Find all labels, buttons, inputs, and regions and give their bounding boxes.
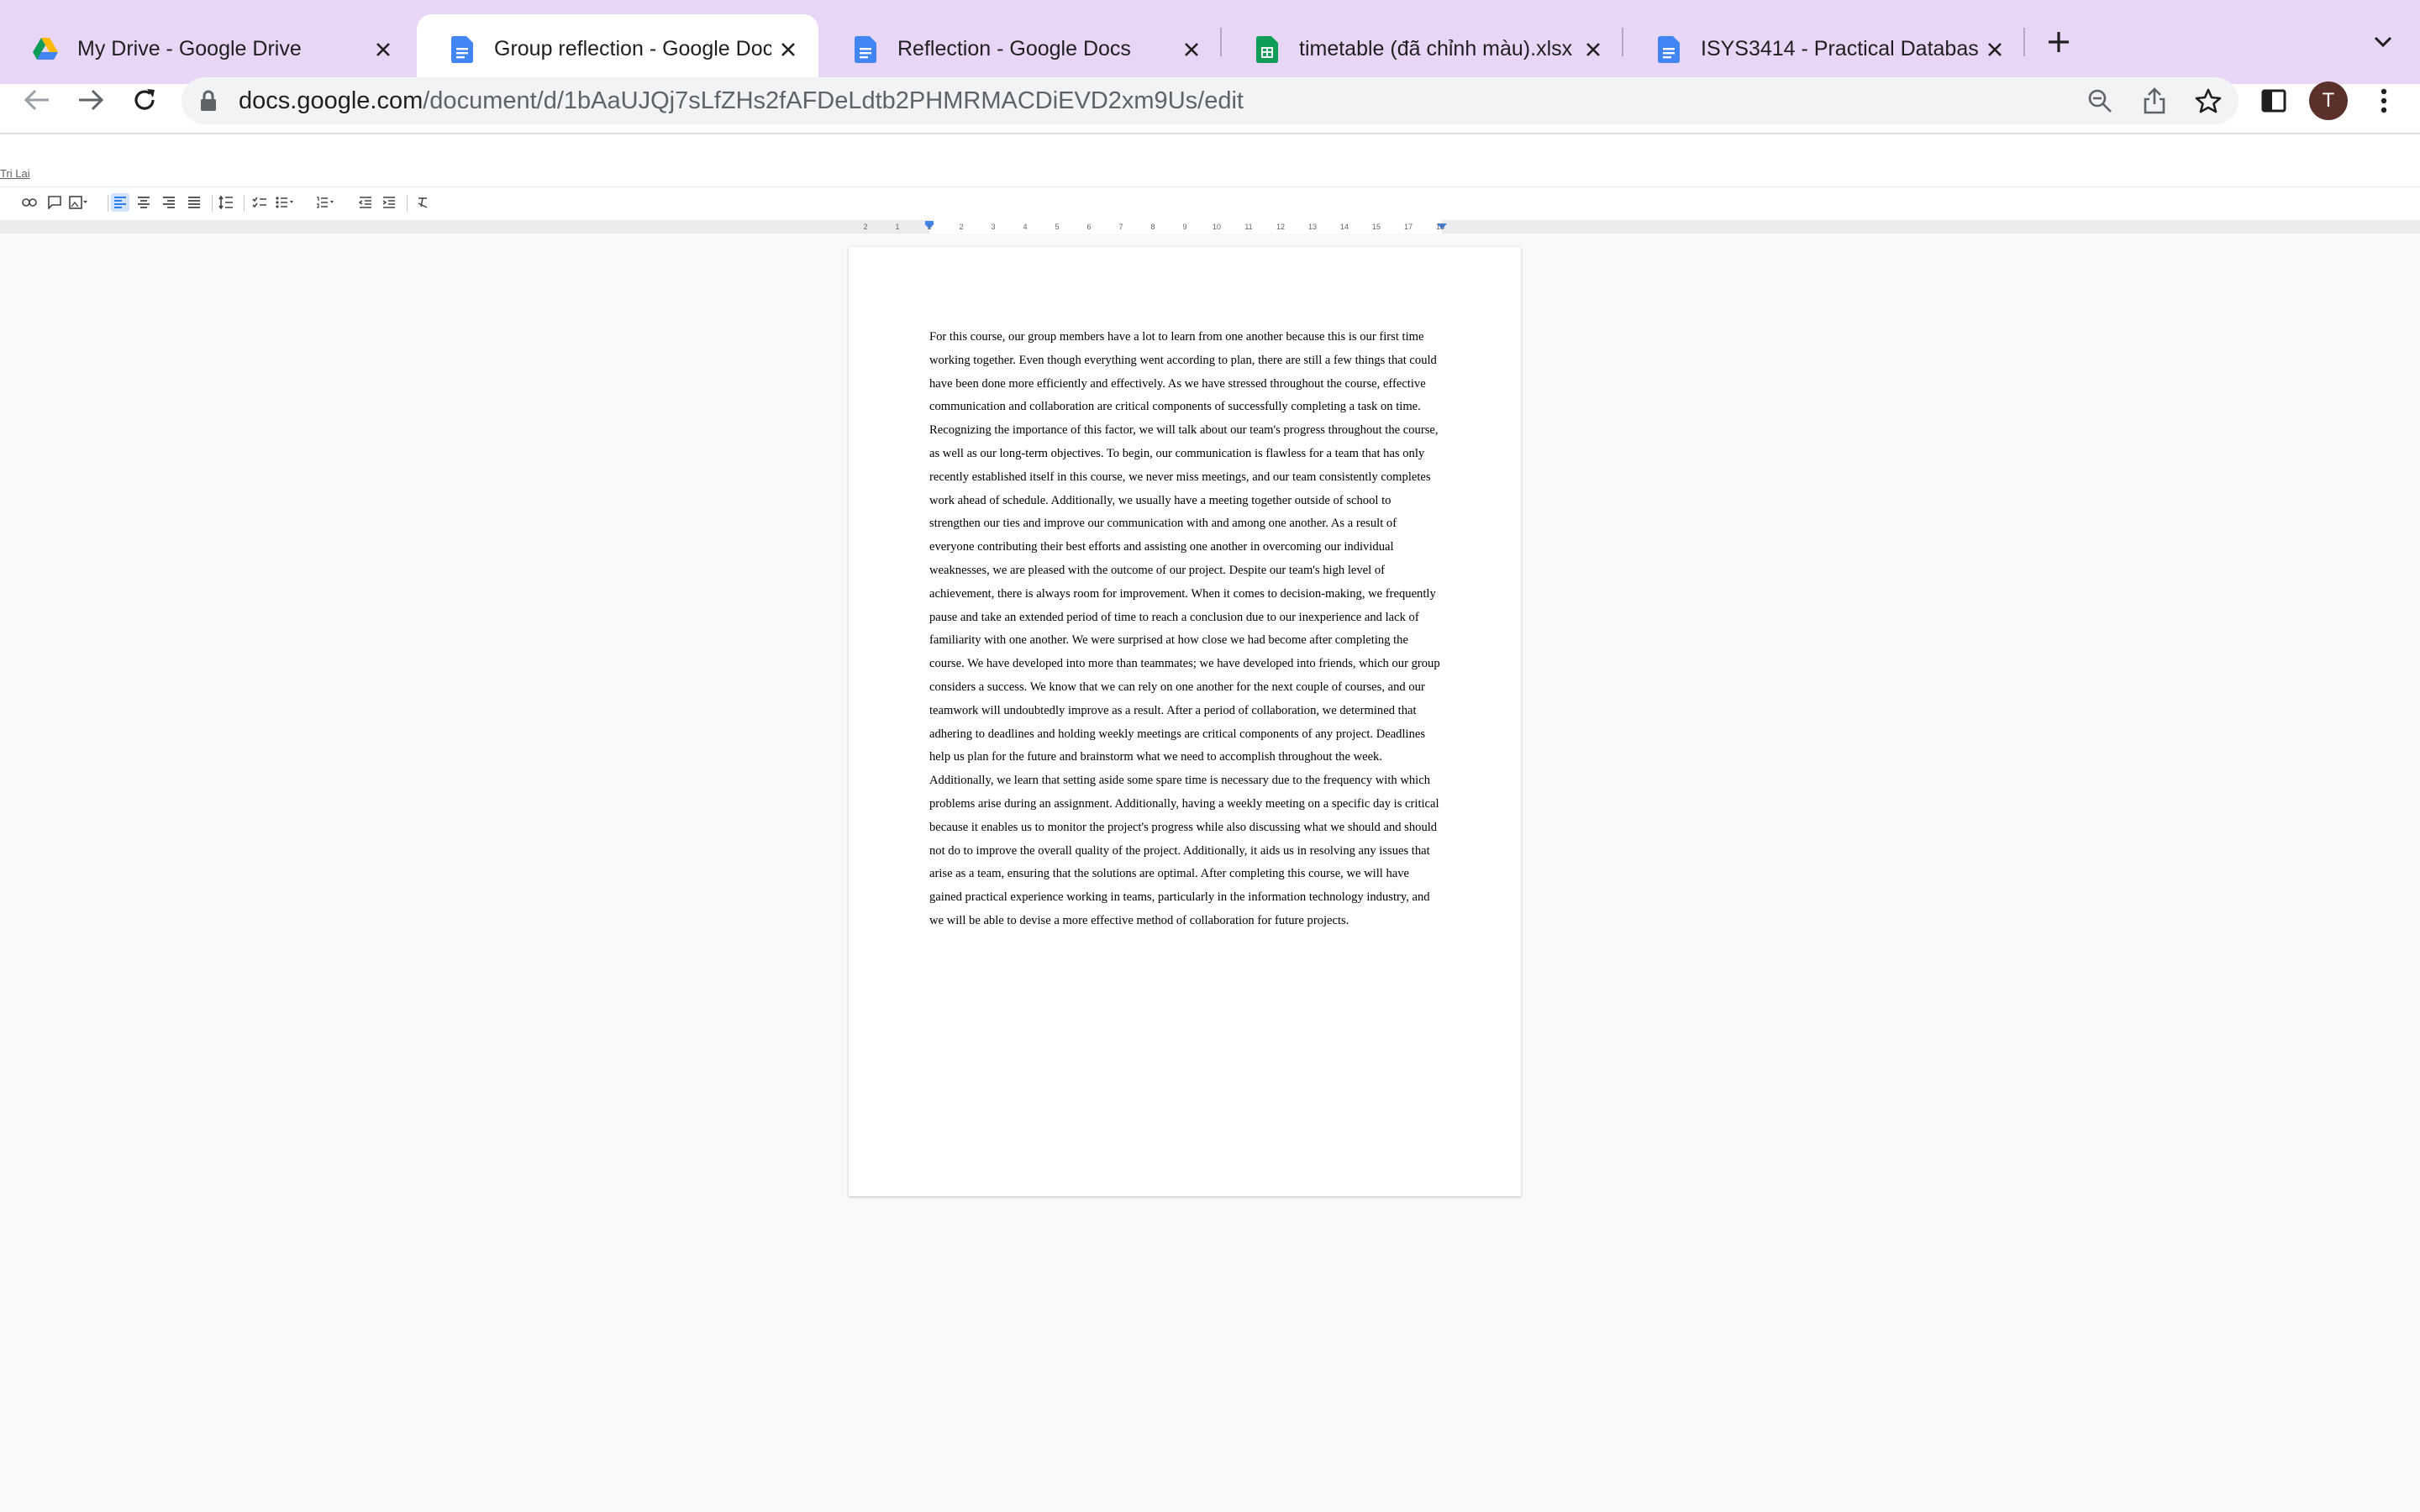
- ruler-number: 6: [1086, 223, 1092, 231]
- bulleted-list-icon[interactable]: [276, 193, 294, 212]
- more-menu-icon[interactable]: [2366, 83, 2402, 118]
- ruler-number: 2: [863, 223, 868, 231]
- ruler-number: 9: [1182, 223, 1187, 231]
- google-sheets-icon: [1254, 35, 1281, 63]
- tab-my-drive[interactable]: My Drive - Google Drive: [0, 14, 413, 84]
- ruler-number: 12: [1276, 223, 1286, 231]
- forward-button[interactable]: [71, 80, 111, 120]
- toolbar-separator: [212, 195, 213, 212]
- bookmark-star-icon[interactable]: [2191, 83, 2226, 118]
- link-icon[interactable]: [20, 193, 39, 212]
- comment-icon[interactable]: [45, 193, 64, 212]
- document-page[interactable]: For this course, our group members have …: [849, 247, 1521, 1196]
- checklist-icon[interactable]: [250, 193, 269, 212]
- ruler-number: 15: [1371, 223, 1381, 231]
- avatar[interactable]: T: [2309, 81, 2348, 120]
- google-docs-icon: [1655, 35, 1682, 63]
- docs-header: [0, 134, 2420, 186]
- back-button[interactable]: [17, 80, 57, 120]
- toolbar-separator: [407, 195, 408, 212]
- tab-timetable[interactable]: timetable (đã chỉnh màu).xlsx - Google S…: [1222, 14, 1623, 84]
- toolbar-separator: [244, 195, 245, 212]
- google-docs-icon: [449, 35, 476, 63]
- lock-icon[interactable]: [195, 87, 222, 114]
- align-justify-icon[interactable]: [185, 193, 203, 212]
- close-icon[interactable]: [366, 33, 400, 66]
- tab-group-reflection[interactable]: Group reflection - Google Docs: [417, 14, 818, 84]
- tab-title: Group reflection - Google Docs: [494, 37, 771, 60]
- ruler-number: 10: [1212, 223, 1222, 231]
- ruler-number: 13: [1307, 223, 1318, 231]
- ruler-number: 7: [1118, 223, 1123, 231]
- tab-search-chevron-icon[interactable]: [2366, 25, 2400, 59]
- tab-separator: [2023, 28, 2025, 56]
- google-drive-icon: [32, 36, 59, 63]
- align-center-icon[interactable]: [134, 193, 153, 212]
- document-body-text[interactable]: For this course, our group members have …: [929, 326, 1442, 933]
- google-docs-icon: [852, 35, 879, 63]
- ruler-number: 8: [1150, 223, 1155, 231]
- tab-title: My Drive - Google Drive: [77, 37, 302, 60]
- ruler-number: 17: [1403, 223, 1413, 231]
- ruler-number: 14: [1339, 223, 1349, 231]
- align-right-icon[interactable]: [160, 193, 178, 212]
- close-icon[interactable]: [1175, 33, 1208, 66]
- side-panel-icon[interactable]: [2256, 83, 2291, 118]
- new-tab-button[interactable]: [2040, 24, 2077, 60]
- line-spacing-icon[interactable]: [217, 193, 235, 212]
- url-host: docs.google.com: [239, 87, 424, 114]
- ruler-number: 3: [991, 223, 996, 231]
- ruler-number: 2: [959, 223, 964, 231]
- close-icon[interactable]: [1978, 33, 2012, 66]
- insert-image-icon[interactable]: [69, 193, 87, 212]
- ruler-number: 5: [1055, 223, 1060, 231]
- increase-indent-icon[interactable]: [380, 193, 398, 212]
- ruler-number: 1: [895, 223, 900, 231]
- tab-reflection[interactable]: Reflection - Google Docs: [820, 14, 1222, 84]
- tab-title: Reflection - Google Docs: [897, 37, 1131, 60]
- ruler-number: 11: [1244, 223, 1253, 231]
- tab-title: ISYS3414 - Practical Database Concepts: [1701, 37, 1978, 60]
- clear-formatting-icon[interactable]: [413, 193, 432, 212]
- reload-button[interactable]: [124, 80, 165, 120]
- ruler-number: 18: [1435, 223, 1445, 231]
- url-path: /document/d/1bAaUJQj7sLfZHs2fAFDeLdtb2PH…: [423, 87, 1244, 114]
- user-name-link[interactable]: Tri Lai: [0, 167, 30, 180]
- close-icon[interactable]: [771, 33, 805, 66]
- ruler-number: 4: [1023, 223, 1028, 231]
- url-text[interactable]: docs.google.com/document/d/1bAaUJQj7sLfZ…: [239, 86, 1244, 116]
- numbered-list-icon[interactable]: [316, 193, 334, 212]
- close-icon[interactable]: [1576, 33, 1610, 66]
- decrease-indent-icon[interactable]: [356, 193, 375, 212]
- ruler-number: 1: [927, 223, 932, 231]
- tab-isys3414[interactable]: ISYS3414 - Practical Database Concepts: [1623, 14, 2025, 84]
- align-left-icon[interactable]: [111, 193, 129, 212]
- zoom-icon[interactable]: [2082, 83, 2118, 118]
- share-icon[interactable]: [2137, 83, 2172, 118]
- tab-title: timetable (đã chỉnh màu).xlsx - Google S…: [1299, 37, 1576, 60]
